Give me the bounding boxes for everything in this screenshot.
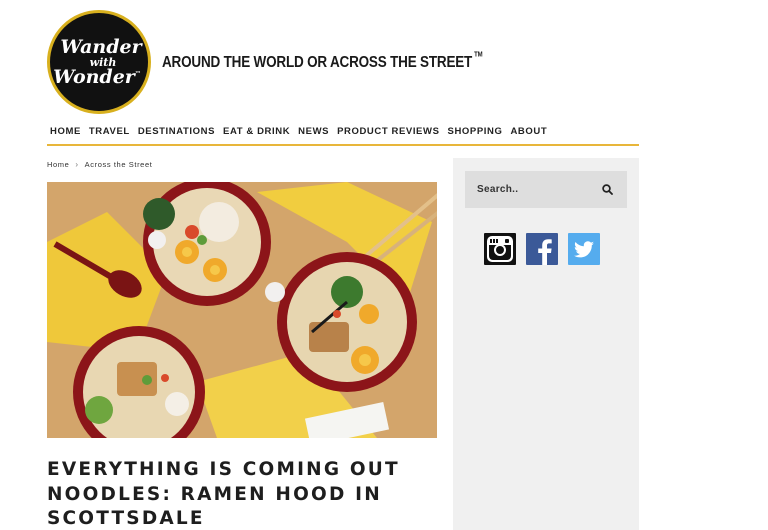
search-box[interactable]: Search..	[465, 171, 627, 208]
nav-item-product-reviews[interactable]: PRODUCT REVIEWS	[334, 122, 444, 137]
main-navigation: HOME TRAVEL DESTINATIONS EAT & DRINK NEW…	[47, 122, 639, 146]
breadcrumb-current: Across the Street	[84, 160, 153, 169]
sidebar: Search..	[453, 158, 639, 530]
nav-item-shopping[interactable]: SHOPPING	[445, 122, 508, 137]
logo-wonder-text: Wonder	[53, 65, 135, 88]
nav-item-news[interactable]: NEWS	[295, 122, 334, 137]
search-input[interactable]: Search..	[477, 184, 518, 195]
site-tagline: AROUND THE WORLD OR ACROSS THE STREET TM	[162, 51, 483, 71]
logo-word-wonder: Wonder™	[53, 65, 141, 88]
breadcrumb: Home › Across the Street	[47, 160, 152, 169]
breadcrumb-separator: ›	[75, 160, 79, 169]
nav-item-destinations[interactable]: DESTINATIONS	[135, 122, 220, 137]
search-icon[interactable]	[602, 184, 613, 195]
nav-item-eat-drink[interactable]: EAT & DRINK	[220, 122, 295, 137]
ramen-bowls-photo	[47, 182, 437, 438]
nav-item-home[interactable]: HOME	[47, 122, 86, 137]
hero-image[interactable]	[47, 182, 437, 438]
tagline-trademark: TM	[474, 51, 483, 59]
nav-item-about[interactable]: ABOUT	[507, 122, 552, 137]
tagline-text: AROUND THE WORLD OR ACROSS THE STREET	[162, 53, 473, 71]
instagram-icon[interactable]	[484, 233, 516, 265]
nav-item-travel[interactable]: TRAVEL	[86, 122, 135, 137]
logo-word-wander: Wander	[60, 35, 142, 58]
logo-trademark: ™	[134, 70, 141, 78]
post-title[interactable]: EVERYTHING IS COMING OUT NOODLES: RAMEN …	[47, 458, 437, 530]
facebook-icon[interactable]	[526, 233, 558, 265]
social-links	[484, 233, 600, 265]
breadcrumb-home[interactable]: Home	[47, 160, 69, 169]
site-logo[interactable]: Wander with Wonder™	[47, 10, 151, 114]
twitter-icon[interactable]	[568, 233, 600, 265]
